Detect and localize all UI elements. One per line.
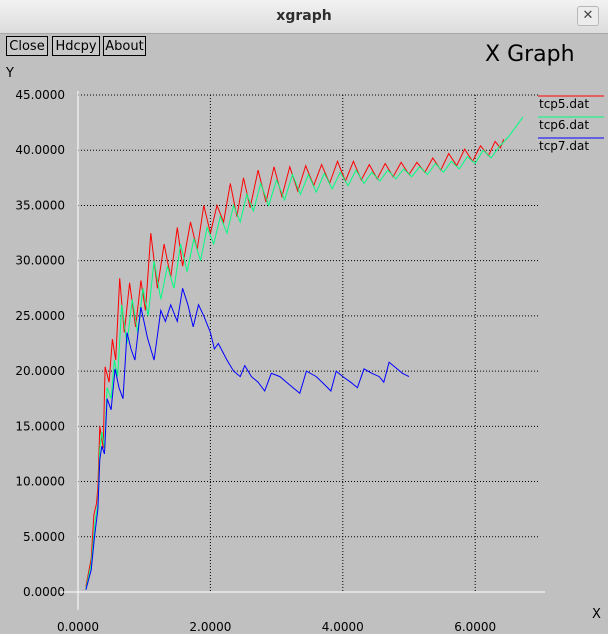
y-tick-label: 25.0000 [15,309,65,323]
series-line-tcp7 [85,288,410,590]
y-tick-label: 15.0000 [15,419,65,433]
y-tick-label: 10.0000 [15,475,65,489]
y-tick-label: 30.0000 [15,254,65,268]
x-tick-label: 0.0000 [57,620,99,634]
y-tick-label: 45.0000 [15,88,65,102]
legend-label: tcp6.dat [539,118,589,132]
legend-label: tcp7.dat [539,139,589,153]
chart-canvas: 0.0000 5.0000 10.0000 15.0000 20.0000 25.0000… [5,66,604,634]
series-line-tcp5 [85,139,505,587]
y-tick-label: 40.0000 [15,143,65,157]
x-tick-label: 2.0000 [189,620,231,634]
y-tick-label: 35.0000 [15,198,65,212]
y-tick-label: 20.0000 [15,364,65,378]
x-tick-label: 4.0000 [322,620,364,634]
x-axis-label: X [592,607,601,622]
legend-label: tcp5.dat [539,97,589,111]
x-tick-label: 6.0000 [454,620,496,634]
y-tick-label: 5.0000 [23,530,65,544]
xgraph-window: xgraph ✕ Close Hdcpy About X Graph 0.000… [0,0,608,634]
y-axis-label: Y [5,66,14,81]
y-tick-label: 0.0000 [23,585,65,599]
